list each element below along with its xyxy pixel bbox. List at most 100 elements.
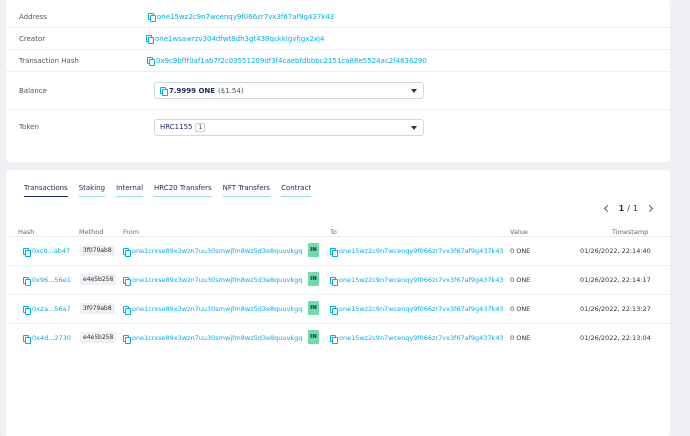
tx-hash-link[interactable]: 0x9c9bfff0af1ab7f2c03551209df3f4caebfdbb… — [156, 57, 427, 65]
to-cell[interactable]: one15wz2c9n7wcenqy9f066zr7vx3f67af9g437k… — [330, 276, 504, 286]
hash-link[interactable]: 0x2a...56a7 — [32, 305, 71, 313]
copy-icon[interactable] — [330, 334, 338, 344]
page-separator: / — [627, 204, 630, 213]
col-header-timestamp: Timestamp — [612, 228, 649, 236]
copy-icon[interactable] — [147, 57, 155, 66]
chevron-left-icon[interactable] — [603, 204, 611, 213]
value-cell: 0 ONE — [510, 334, 531, 342]
value-cell: 0 ONE — [510, 247, 531, 255]
timestamp-cell: 01/26/2022, 22:14:40 — [580, 247, 651, 255]
token-select[interactable]: HRC1155 1 — [154, 118, 424, 136]
method-badge: 3f079ab8 — [80, 245, 115, 256]
from-link[interactable]: one1crxse89x3wzn7uu30smwjfm8wz5d3e8quuvk… — [132, 276, 302, 284]
tx-hash-row: Transaction Hash 0x9c9bfff0af1ab7f2c0355… — [6, 50, 670, 72]
tab-contract[interactable]: Contract — [281, 184, 312, 197]
tab-nft-transfers[interactable]: NFT Transfers — [222, 184, 271, 197]
tx-hash-value[interactable]: 0x9c9bfff0af1ab7f2c03551209df3f4caebfdbb… — [147, 57, 427, 66]
direction-badge: IN — [308, 330, 319, 344]
copy-icon[interactable] — [123, 305, 131, 315]
timestamp-cell: 01/26/2022, 22:13:04 — [580, 334, 651, 342]
method-badge: e4e5b258 — [80, 332, 117, 343]
copy-icon[interactable] — [23, 247, 31, 257]
tab-bar: Transactions Staking Internal HRC20 Tran… — [24, 184, 322, 197]
col-header-method: Method — [79, 228, 104, 236]
copy-icon[interactable] — [23, 334, 31, 344]
table-row: 0x2a...56a7 3f079ab8 one1crxse89x3wzn7uu… — [6, 294, 670, 323]
col-header-to: To — [330, 228, 337, 236]
balance-select[interactable]: 7.9999 ONE ($1.54) — [154, 82, 424, 99]
tx-hash-label: Transaction Hash — [19, 56, 79, 65]
hash-cell[interactable]: 0x2a...56a7 — [23, 305, 71, 315]
direction-badge: IN — [308, 243, 319, 257]
copy-icon[interactable] — [23, 305, 31, 315]
method-badge: 3f079ab8 — [80, 303, 115, 314]
hash-link[interactable]: 0x96...56e1 — [32, 276, 71, 284]
copy-icon[interactable] — [148, 13, 156, 22]
total-pages: 1 — [632, 204, 638, 213]
col-header-from: From — [123, 228, 140, 236]
hash-cell[interactable]: 0x4d...2730 — [23, 334, 71, 344]
tab-internal[interactable]: Internal — [116, 184, 144, 197]
value-cell: 0 ONE — [510, 276, 531, 284]
from-cell[interactable]: one1crxse89x3wzn7uu30smwjfm8wz5d3e8quuvk… — [123, 276, 302, 286]
timestamp-cell: 01/26/2022, 22:13:27 — [580, 305, 651, 313]
copy-icon[interactable] — [330, 247, 338, 257]
creator-value[interactable]: one1wsawrzv304dfwt8dh3gt438qckklgvfjgx2x… — [146, 35, 324, 44]
current-page: 1 — [618, 204, 625, 213]
token-row: Token HRC1155 1 — [6, 110, 670, 144]
chevron-right-icon[interactable] — [645, 204, 654, 213]
hash-cell[interactable]: 0x96...56e1 — [23, 276, 71, 286]
method-badge: e4e5b258 — [80, 274, 117, 285]
pagination: 1 / 1 — [603, 204, 654, 213]
balance-amount: 7.9999 ONE — [169, 86, 216, 95]
chevron-down-icon[interactable] — [411, 89, 417, 93]
token-name: HRC1155 — [160, 123, 193, 131]
address-text[interactable]: one15wz2c9n7wcenqy9f066zr7vx3f67af9g437k… — [157, 13, 334, 21]
table-row: 0xc0...ab47 3f079ab8 one1crxse89x3wzn7uu… — [6, 236, 670, 265]
from-cell[interactable]: one1crxse89x3wzn7uu30smwjfm8wz5d3e8quuvk… — [123, 247, 302, 257]
tab-hrc20-transfers[interactable]: HRC20 Transfers — [154, 184, 212, 197]
address-row: Address one15wz2c9n7wcenqy9f066zr7vx3f67… — [6, 6, 670, 28]
copy-icon[interactable] — [123, 276, 131, 286]
copy-icon[interactable] — [160, 87, 168, 96]
direction-badge: IN — [308, 272, 319, 286]
address-details-card: Address one15wz2c9n7wcenqy9f066zr7vx3f67… — [6, 0, 670, 162]
transactions-card: Transactions Staking Internal HRC20 Tran… — [6, 170, 670, 436]
from-cell[interactable]: one1crxse89x3wzn7uu30smwjfm8wz5d3e8quuvk… — [123, 305, 302, 315]
from-link[interactable]: one1crxse89x3wzn7uu30smwjfm8wz5d3e8quuvk… — [132, 305, 302, 313]
to-link[interactable]: one15wz2c9n7wcenqy9f066zr7vx3f67af9g437k… — [339, 334, 504, 342]
direction-badge: IN — [308, 301, 319, 315]
table-row: 0x96...56e1 e4e5b258 one1crxse89x3wzn7uu… — [6, 265, 670, 294]
chevron-down-icon[interactable] — [411, 125, 417, 130]
copy-icon[interactable] — [123, 247, 131, 257]
tab-staking[interactable]: Staking — [78, 184, 106, 197]
balance-usd: ($1.54) — [218, 86, 244, 95]
from-link[interactable]: one1crxse89x3wzn7uu30smwjfm8wz5d3e8quuvk… — [132, 334, 302, 342]
copy-icon[interactable] — [23, 276, 31, 286]
copy-icon[interactable] — [123, 334, 131, 344]
timestamp-cell: 01/26/2022, 22:14:17 — [580, 276, 651, 284]
tab-transactions[interactable]: Transactions — [24, 184, 68, 197]
to-link[interactable]: one15wz2c9n7wcenqy9f066zr7vx3f67af9g437k… — [339, 247, 504, 255]
from-link[interactable]: one1crxse89x3wzn7uu30smwjfm8wz5d3e8quuvk… — [132, 247, 302, 255]
from-cell[interactable]: one1crxse89x3wzn7uu30smwjfm8wz5d3e8quuvk… — [123, 334, 302, 344]
copy-icon[interactable] — [146, 35, 154, 44]
to-cell[interactable]: one15wz2c9n7wcenqy9f066zr7vx3f67af9g437k… — [330, 247, 504, 257]
copy-icon[interactable] — [330, 276, 338, 286]
balance-label: Balance — [19, 86, 47, 95]
address-value[interactable]: one15wz2c9n7wcenqy9f066zr7vx3f67af9g437k… — [148, 13, 334, 22]
creator-label: Creator — [19, 34, 46, 43]
address-label: Address — [19, 12, 47, 21]
hash-cell[interactable]: 0xc0...ab47 — [23, 247, 70, 257]
to-cell[interactable]: one15wz2c9n7wcenqy9f066zr7vx3f67af9g437k… — [330, 305, 504, 315]
to-link[interactable]: one15wz2c9n7wcenqy9f066zr7vx3f67af9g437k… — [339, 276, 504, 284]
value-cell: 0 ONE — [510, 305, 531, 313]
creator-link[interactable]: one1wsawrzv304dfwt8dh3gt438qckklgvfjgx2x… — [155, 35, 324, 43]
copy-icon[interactable] — [330, 305, 338, 315]
to-cell[interactable]: one15wz2c9n7wcenqy9f066zr7vx3f67af9g437k… — [330, 334, 504, 344]
hash-link[interactable]: 0x4d...2730 — [32, 334, 71, 342]
table-row: 0x4d...2730 e4e5b258 one1crxse89x3wzn7uu… — [6, 323, 670, 352]
to-link[interactable]: one15wz2c9n7wcenqy9f066zr7vx3f67af9g437k… — [339, 305, 504, 313]
hash-link[interactable]: 0xc0...ab47 — [32, 247, 70, 255]
token-label: Token — [19, 123, 39, 131]
